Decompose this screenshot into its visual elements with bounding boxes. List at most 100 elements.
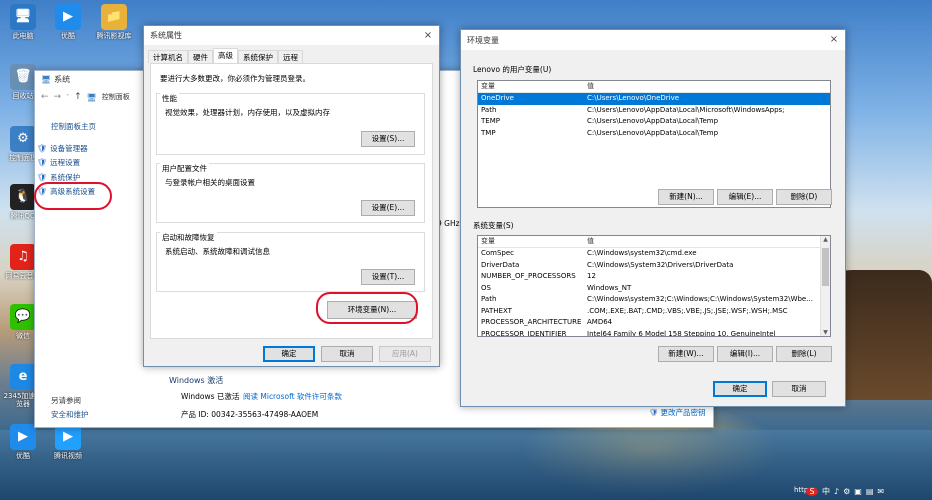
desktop-app-icon: e — [10, 364, 36, 390]
tray-icon[interactable]: ▣ — [854, 487, 862, 496]
env-var-row[interactable]: NUMBER_OF_PROCESSORS 12 — [478, 271, 820, 283]
env-var-row[interactable]: DriverData C:\Windows\System32\Drivers\Dr… — [478, 260, 820, 272]
product-id: 产品 ID: 00342-35563-47498-AAOEM — [181, 410, 319, 419]
user-edit-button[interactable]: 编辑(E)... — [717, 189, 773, 205]
sysprops-tab[interactable]: 硬件 — [188, 50, 213, 63]
sysprops-close-button[interactable]: × — [417, 26, 439, 46]
desktop-app-icon: ▶ — [55, 4, 81, 30]
sysprops-tab[interactable]: 计算机名 — [148, 50, 188, 63]
desktop-app-icon: ♫ — [10, 244, 36, 270]
user-delete-button[interactable]: 删除(D) — [776, 189, 832, 205]
env-var-value: AMD64 — [587, 318, 613, 326]
see-also-title: 另请参阅 — [51, 396, 81, 405]
desktop-icon[interactable]: ▶ 优酷 — [48, 4, 88, 40]
annotation-env-vars-button — [316, 292, 418, 324]
envvars-ok-button[interactable]: 确定 — [713, 381, 767, 397]
system-new-button[interactable]: 新建(W)... — [658, 346, 714, 362]
dropdown-icon[interactable]: ˅ — [66, 94, 69, 101]
sysprops-tab[interactable]: 高级 — [213, 48, 238, 63]
scroll-thumb[interactable] — [822, 248, 829, 286]
sys-col-variable[interactable]: 变量 — [478, 236, 584, 247]
env-var-name: TMP — [481, 128, 496, 137]
sysprops-tab[interactable]: 远程 — [278, 50, 303, 63]
user-profile-title: 用户配置文件 — [160, 163, 209, 174]
system-delete-button[interactable]: 删除(L) — [776, 346, 832, 362]
desktop-icon-label: 此电脑 — [12, 32, 34, 40]
envvars-close-button[interactable]: × — [823, 30, 845, 50]
scroll-down-arrow-icon[interactable]: ▼ — [821, 329, 830, 336]
env-var-name: NUMBER_OF_PROCESSORS — [481, 272, 576, 280]
user-col-variable[interactable]: 变量 — [478, 81, 584, 92]
env-var-name: PROCESSOR_ARCHITECTURE — [481, 318, 582, 326]
sidebar-item[interactable]: 🛡 设备管理器 — [37, 141, 95, 156]
sysprops-tab[interactable]: 系统保护 — [238, 50, 278, 63]
system-edit-button[interactable]: 编辑(I)... — [717, 346, 773, 362]
control-panel-home-link[interactable]: 控制面板主页 — [51, 121, 96, 132]
scroll-up-arrow-icon[interactable]: ▲ — [821, 236, 830, 243]
env-var-row[interactable]: TMP C:\Users\Lenovo\AppData\Local\Temp — [478, 128, 830, 140]
sysprops-apply-button[interactable]: 应用(A) — [379, 346, 431, 362]
performance-desc: 视觉效果，处理器计划，内存使用，以及虚拟内存 — [165, 108, 330, 117]
user-profile-settings-button[interactable]: 设置(E)... — [361, 200, 415, 216]
desktop-icon[interactable]: 📁 腾讯影视库 — [94, 4, 134, 40]
sys-col-value[interactable]: 值 — [584, 236, 830, 247]
env-var-row[interactable]: ComSpec C:\Windows\system32\cmd.exe — [478, 248, 820, 260]
desktop-icon[interactable]: 🖥 此电脑 — [3, 4, 43, 40]
env-var-row[interactable]: TEMP C:\Users\Lenovo\AppData\Local\Temp — [478, 116, 830, 128]
performance-settings-button[interactable]: 设置(S)... — [361, 131, 415, 147]
envvars-title: 环境变量 — [467, 35, 499, 45]
desktop-app-icon: 🗑 — [10, 64, 36, 90]
shield-icon: 🛡 — [37, 172, 48, 182]
startup-recovery-title: 启动和故障恢复 — [160, 232, 217, 243]
system-vars-list[interactable]: 变量 值 ComSpec C:\Windows\system32\cmd.exe D… — [477, 235, 831, 337]
startup-recovery-group: 启动和故障恢复 系统启动、系统故障和调试信息 设置(T)... — [156, 232, 425, 292]
env-var-row[interactable]: OS Windows_NT — [478, 283, 820, 295]
env-var-row[interactable]: PROCESSOR_ARCHITECTURE AMD64 — [478, 317, 820, 329]
sysprops-cancel-button[interactable]: 取消 — [321, 346, 373, 362]
startup-recovery-settings-button[interactable]: 设置(T)... — [361, 269, 415, 285]
activation-heading: Windows 激活 — [169, 376, 224, 385]
desktop-icon[interactable]: ▶ 腾讯视频 — [48, 424, 88, 460]
env-var-row[interactable]: PROCESSOR_IDENTIFIER Intel64 Family 6 Mod… — [478, 329, 820, 337]
user-col-value[interactable]: 值 — [584, 81, 830, 92]
desktop-icon-label: 控制面板 — [9, 154, 37, 162]
envvars-cancel-button[interactable]: 取消 — [772, 381, 826, 397]
env-var-value: C:\Users\Lenovo\AppData\Local\Temp — [587, 128, 719, 137]
desktop-icon-label: 回收站 — [12, 92, 34, 100]
tray-icon[interactable]: ♪ — [834, 487, 839, 496]
admin-intro: 要进行大多数更改，你必须作为管理员登录。 — [160, 74, 310, 83]
sysprops-ok-button[interactable]: 确定 — [263, 346, 315, 362]
shield-icon: 🛡 — [37, 158, 48, 168]
tray-icon[interactable]: ▤ — [866, 487, 874, 496]
env-var-row[interactable]: PATHEXT .COM;.EXE;.BAT;.CMD;.VBS;.VBE;.JS… — [478, 306, 820, 318]
desktop-icon[interactable]: ▶ 优酷 — [3, 424, 43, 460]
system-vars-scrollbar[interactable]: ▲ ▼ — [820, 236, 830, 336]
env-var-row[interactable]: OneDrive C:\Users\Lenovo\OneDrive — [478, 93, 830, 105]
user-profile-desc: 与登录帐户相关的桌面设置 — [165, 178, 255, 187]
tray-icon[interactable]: ⚙ — [843, 487, 850, 496]
wallpaper-water — [0, 430, 932, 500]
nav-path[interactable]: 控制面板 — [102, 92, 130, 102]
security-maintenance-link[interactable]: 安全和维护 — [51, 409, 89, 420]
env-var-row[interactable]: Path C:\Users\Lenovo\AppData\Local\Micros… — [478, 105, 830, 117]
back-arrow-icon[interactable]: ← — [41, 92, 49, 102]
desktop-icon-label: 腾讯QQ — [10, 212, 36, 220]
tray-icon[interactable]: S — [806, 486, 818, 496]
sidebar-item[interactable]: 🛡 远程设置 — [37, 156, 95, 171]
env-var-value: C:\Users\Lenovo\OneDrive — [587, 94, 680, 102]
change-product-key-link[interactable]: 🛡 更改产品密钥 — [649, 407, 706, 418]
system-vars-rows: ComSpec C:\Windows\system32\cmd.exe Driver… — [478, 248, 820, 337]
user-new-button[interactable]: 新建(N)... — [658, 189, 714, 205]
tray-icon[interactable]: 中 — [822, 486, 830, 497]
license-terms-link[interactable]: 阅读 Microsoft 软件许可条款 — [243, 391, 342, 402]
desktop-app-icon: 🐧 — [10, 184, 36, 210]
env-var-name: PATHEXT — [481, 306, 512, 315]
desktop-icon-label: 微信 — [16, 332, 30, 340]
forward-arrow-icon[interactable]: → — [54, 92, 62, 102]
user-vars-header: 变量 值 — [478, 81, 830, 93]
env-var-row[interactable]: Path C:\Windows\system32;C:\Windows;C:\Wi… — [478, 294, 820, 306]
desktop-icon-label: 腾讯视频 — [54, 452, 82, 460]
tray-icon[interactable]: ✉ — [877, 487, 884, 496]
up-arrow-icon[interactable]: ↑ — [74, 92, 82, 102]
sysprops-tab-strip: 计算机名 硬件 高级 系统保护 远程 — [148, 48, 303, 63]
